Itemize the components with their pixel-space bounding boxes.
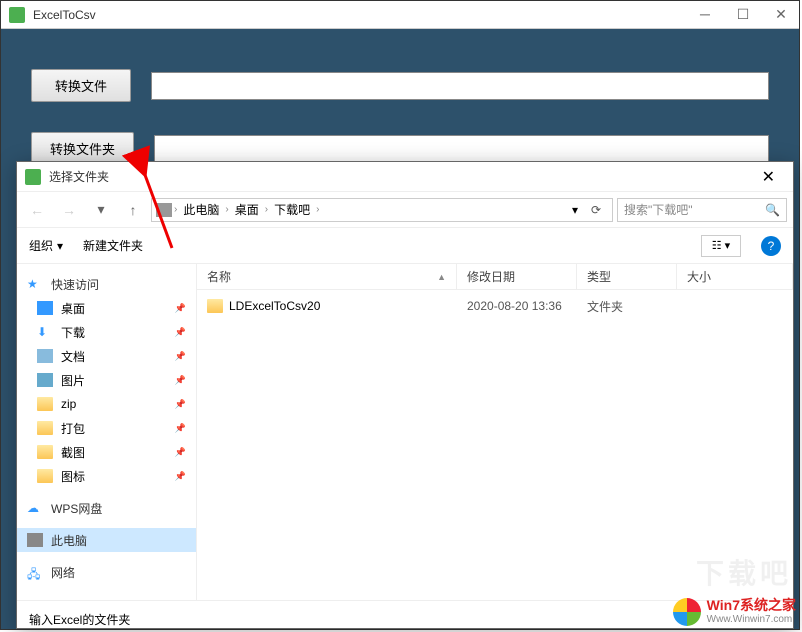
folder-icon [37, 445, 53, 459]
chevron-down-icon: ▾ [57, 239, 63, 253]
column-headers: 名称▲ 修改日期 类型 大小 [197, 264, 793, 290]
sidebar-this-pc[interactable]: 此电脑 [17, 528, 196, 552]
breadcrumb-desktop[interactable]: 桌面 [231, 199, 263, 220]
view-menu[interactable]: ☷ ▾ [701, 235, 741, 257]
download-icon: ⬇ [37, 325, 53, 339]
minimize-button[interactable]: ─ [695, 6, 715, 23]
dialog-titlebar: 选择文件夹 ✕ [17, 162, 793, 192]
app-title: ExcelToCsv [33, 8, 695, 22]
pin-icon: 📌 [175, 423, 186, 434]
search-icon: 🔍 [765, 203, 780, 217]
folder-icon [37, 397, 53, 411]
sort-asc-icon: ▲ [437, 272, 446, 282]
pin-icon: 📌 [175, 447, 186, 458]
file-name: LDExcelToCsv20 [229, 299, 320, 313]
footer-label: 输入Excel的文件夹 [29, 611, 130, 628]
column-name[interactable]: 名称▲ [197, 264, 457, 289]
dialog-footer: 输入Excel的文件夹 [17, 600, 793, 628]
folder-icon [37, 469, 53, 483]
back-button[interactable]: ← [23, 198, 51, 222]
sidebar-network[interactable]: 🖧网络 [17, 560, 196, 584]
dialog-content: ★快速访问 桌面📌 ⬇下载📌 文档📌 图片📌 zip📌 打包📌 截图📌 图标📌 … [17, 264, 793, 600]
sidebar-wps[interactable]: ☁WPS网盘 [17, 496, 196, 520]
column-size[interactable]: 大小 [677, 264, 793, 289]
sidebar-icons[interactable]: 图标📌 [17, 464, 196, 488]
sidebar-pictures[interactable]: 图片📌 [17, 368, 196, 392]
up-button[interactable]: ↑ [119, 198, 147, 222]
cloud-icon: ☁ [27, 501, 43, 515]
star-icon: ★ [27, 277, 43, 291]
maximize-button[interactable]: ☐ [733, 6, 753, 23]
pin-icon: 📌 [175, 303, 186, 314]
address-dropdown[interactable]: ▾ [568, 201, 582, 219]
app-icon [9, 7, 25, 23]
help-button[interactable]: ? [761, 236, 781, 256]
refresh-button[interactable]: ⟳ [584, 203, 608, 217]
pin-icon: 📌 [175, 471, 186, 482]
main-titlebar: ExcelToCsv ─ ☐ ✕ [1, 1, 799, 29]
column-date[interactable]: 修改日期 [457, 264, 577, 289]
folder-icon [207, 299, 223, 313]
dialog-nav: ← → ▾ ↑ › 此电脑 › 桌面 › 下载吧 › ▾ ⟳ 搜索"下载吧" 🔍 [17, 192, 793, 228]
chevron-right-icon: › [316, 204, 319, 215]
folder-icon [37, 421, 53, 435]
sidebar-downloads[interactable]: ⬇下载📌 [17, 320, 196, 344]
dialog-title: 选择文件夹 [49, 168, 752, 185]
document-icon [37, 349, 53, 363]
desktop-icon [37, 301, 53, 315]
pc-icon [27, 533, 43, 547]
sidebar-zip[interactable]: zip📌 [17, 392, 196, 416]
folder-path-input[interactable] [154, 135, 769, 163]
recent-dropdown[interactable]: ▾ [87, 198, 115, 222]
file-path-input[interactable] [151, 72, 769, 100]
column-type[interactable]: 类型 [577, 264, 677, 289]
address-bar[interactable]: › 此电脑 › 桌面 › 下载吧 › ▾ ⟳ [151, 198, 613, 222]
sidebar-screenshot[interactable]: 截图📌 [17, 440, 196, 464]
forward-button[interactable]: → [55, 198, 83, 222]
pc-icon [156, 203, 172, 217]
chevron-right-icon: › [225, 204, 228, 215]
dialog-close-button[interactable]: ✕ [752, 167, 785, 187]
pin-icon: 📌 [175, 399, 186, 410]
convert-file-button[interactable]: 转换文件 [31, 69, 131, 102]
close-button[interactable]: ✕ [771, 6, 791, 23]
file-type: 文件夹 [577, 298, 677, 315]
file-row[interactable]: LDExcelToCsv20 2020-08-20 13:36 文件夹 [197, 294, 793, 318]
sidebar: ★快速访问 桌面📌 ⬇下载📌 文档📌 图片📌 zip📌 打包📌 截图📌 图标📌 … [17, 264, 197, 600]
pictures-icon [37, 373, 53, 387]
breadcrumb-pc[interactable]: 此电脑 [179, 199, 223, 220]
sidebar-documents[interactable]: 文档📌 [17, 344, 196, 368]
network-icon: 🖧 [27, 565, 43, 579]
window-controls: ─ ☐ ✕ [695, 6, 791, 23]
breadcrumb-folder[interactable]: 下载吧 [270, 199, 314, 220]
chevron-right-icon: › [174, 204, 177, 215]
new-folder-button[interactable]: 新建文件夹 [83, 237, 143, 254]
pin-icon: 📌 [175, 327, 186, 338]
search-input[interactable]: 搜索"下载吧" 🔍 [617, 198, 787, 222]
search-placeholder: 搜索"下载吧" [624, 201, 693, 218]
pin-icon: 📌 [175, 351, 186, 362]
file-date: 2020-08-20 13:36 [457, 299, 577, 313]
dialog-toolbar: 组织 ▾ 新建文件夹 ☷ ▾ ? [17, 228, 793, 264]
sidebar-quick-access[interactable]: ★快速访问 [17, 272, 196, 296]
sidebar-pack[interactable]: 打包📌 [17, 416, 196, 440]
organize-menu[interactable]: 组织 ▾ [29, 237, 63, 254]
folder-picker-dialog: 选择文件夹 ✕ ← → ▾ ↑ › 此电脑 › 桌面 › 下载吧 › ▾ ⟳ 搜… [16, 161, 794, 629]
convert-file-row: 转换文件 [31, 69, 769, 102]
file-list: LDExcelToCsv20 2020-08-20 13:36 文件夹 [197, 290, 793, 600]
sidebar-desktop[interactable]: 桌面📌 [17, 296, 196, 320]
chevron-right-icon: › [265, 204, 268, 215]
pin-icon: 📌 [175, 375, 186, 386]
file-area: 名称▲ 修改日期 类型 大小 LDExcelToCsv20 2020-08-20… [197, 264, 793, 600]
dialog-icon [25, 169, 41, 185]
